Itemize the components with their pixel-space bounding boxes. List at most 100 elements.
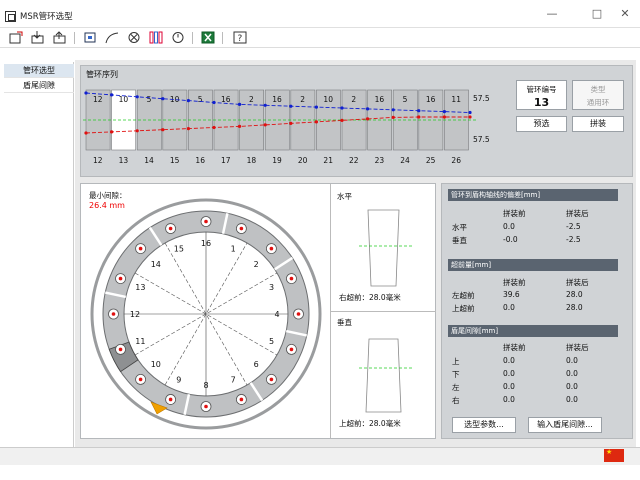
blue-point <box>238 102 242 106</box>
blue-point <box>442 110 446 114</box>
deviation-after-header: 拼装后 <box>566 209 589 218</box>
ring-number-label: 18 <box>247 156 257 165</box>
nav-item-ring-selection[interactable]: 管环选型 <box>4 64 74 78</box>
nav-item-tail-gap[interactable]: 盾尾间隙 <box>4 79 74 93</box>
maximize-button[interactable]: □ <box>585 6 609 22</box>
export-icon[interactable] <box>52 31 68 46</box>
position-label: 8 <box>203 381 208 390</box>
advance-diagrams <box>359 209 413 413</box>
bolt-dot <box>111 312 116 316</box>
ring-number-label: 20 <box>298 156 308 165</box>
cancel-icon[interactable] <box>126 31 142 46</box>
ring-key-label: 16 <box>426 95 436 104</box>
assemble-button[interactable]: 拼装 <box>572 116 624 132</box>
ring-number-label: 12 <box>93 156 103 165</box>
title-bar: MSR管环选型 — □ ✕ <box>0 0 640 28</box>
blue-point <box>289 104 293 108</box>
red-point <box>135 129 139 133</box>
deviation-title: 管环到盾构轴线的偏差[mm] <box>448 189 618 201</box>
app-icon <box>5 11 16 22</box>
red-point <box>442 115 446 119</box>
tail-gap-right-label: 右 <box>452 396 460 405</box>
main-area: 管环序列 12 12 10 13 5 14 10 15 5 16 16 17 2 18 16 19 2 20 10 2… <box>75 60 636 448</box>
minimize-button[interactable]: — <box>540 6 564 22</box>
blue-point <box>212 100 216 105</box>
measure-icon[interactable] <box>82 31 98 46</box>
advance-after-header: 拼装后 <box>566 278 589 287</box>
bolt-dot <box>168 226 173 231</box>
ring-number-label: 19 <box>272 156 282 165</box>
red-point <box>212 125 216 130</box>
data-panel: 管环到盾构轴线的偏差[mm] 拼装前 拼装后 水平 0.0 -2.5 垂直 -0… <box>441 183 633 439</box>
type-params-button[interactable]: 选型参数... <box>452 417 516 433</box>
ring-key-label: 16 <box>221 95 231 104</box>
advance-before-header: 拼装前 <box>503 278 526 287</box>
bolt-dot <box>269 377 274 382</box>
red-point <box>366 117 370 121</box>
blue-point <box>84 91 88 95</box>
ring-number-label: 25 <box>426 156 436 165</box>
ring-key-label: 2 <box>249 95 254 104</box>
ring-diagram: 16123456789101112131415 <box>90 198 322 430</box>
import-icon[interactable] <box>30 31 46 46</box>
bolt-dot <box>204 404 208 409</box>
svg-text:?: ? <box>238 34 243 44</box>
ring-number-label: 22 <box>349 156 359 165</box>
ring-number-label: 14 <box>144 156 154 165</box>
ring-view-panel: 最小间隙： 26.4 mm 16 1 2 3 4 5 6 7 8 9 10 11 12 13 14 15 水平… <box>80 183 436 439</box>
ring-key-label: 2 <box>300 95 305 104</box>
toolbar: ? <box>0 28 640 48</box>
preselect-button[interactable]: 预选 <box>516 116 567 132</box>
close-button[interactable]: ✕ <box>613 6 637 22</box>
sequence-right-bottom: 57.5 <box>473 135 490 144</box>
help-icon[interactable]: ? <box>232 31 248 46</box>
deviation-horizontal-before: 0.0 <box>503 222 515 231</box>
ring-number-label: 23 <box>375 156 385 165</box>
tail-gap-top-label: 上 <box>452 357 460 366</box>
ring-key-label: 5 <box>403 95 408 104</box>
advance-left-label: 左超前 <box>452 291 475 300</box>
bolt-dot <box>239 226 244 231</box>
position-label: 12 <box>130 310 140 319</box>
bolt-dot <box>289 347 294 352</box>
position-label: 5 <box>269 337 274 346</box>
status-bar <box>0 447 640 465</box>
curve-icon[interactable] <box>104 31 120 46</box>
ring-number-label: 15 <box>170 156 180 165</box>
deviation-horizontal-after: -2.5 <box>566 222 581 231</box>
tail-gap-left-before: 0.0 <box>503 382 515 391</box>
bolt-dot <box>296 312 301 316</box>
deviation-vertical-after: -2.5 <box>566 235 581 244</box>
new-icon[interactable] <box>8 31 24 46</box>
bolt-dot <box>204 219 208 224</box>
gauge-icon[interactable] <box>170 31 186 46</box>
red-point <box>238 124 242 128</box>
red-point <box>161 128 165 132</box>
ring-type-label: 类型 <box>590 85 606 94</box>
blue-point <box>468 110 472 115</box>
bolt-dot <box>168 397 173 402</box>
ring-number-label: 26 <box>451 156 461 165</box>
red-point <box>110 130 114 134</box>
ring-number-label: 13 <box>119 156 129 165</box>
position-label: 1 <box>231 244 236 253</box>
bolt-dot <box>239 397 244 402</box>
ring-number-label: 16 <box>195 156 205 165</box>
blue-point <box>340 106 344 110</box>
deviation-vertical-before: -0.0 <box>503 235 518 244</box>
red-point <box>289 121 293 125</box>
bolt-dot <box>269 246 274 251</box>
advance-up-before: 0.0 <box>503 303 515 312</box>
ring-number-label: 17 <box>221 156 231 165</box>
ring-icon[interactable] <box>148 31 164 46</box>
ring-number-label: 24 <box>400 156 410 165</box>
ring-key-label: 11 <box>451 95 461 104</box>
ring-key-label: 16 <box>272 95 282 104</box>
advance-title: 超前量[mm] <box>448 259 618 271</box>
input-tail-gap-button[interactable]: 输入盾尾间隙... <box>528 417 602 433</box>
position-label: 13 <box>135 283 145 292</box>
excel-icon[interactable] <box>200 31 216 46</box>
china-flag-icon <box>604 448 624 462</box>
tail-gap-bottom-after: 0.0 <box>566 369 578 378</box>
tail-gap-right-before: 0.0 <box>503 395 515 404</box>
